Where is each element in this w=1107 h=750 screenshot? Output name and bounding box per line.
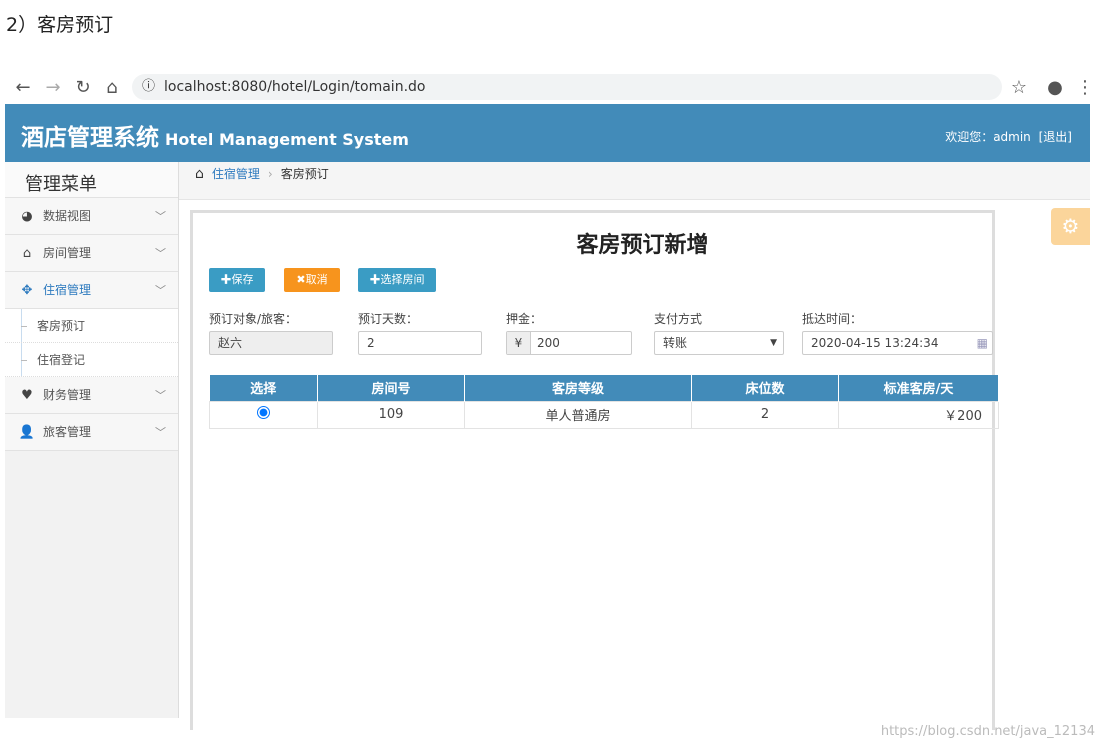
dropdown-arrow-icon: ▼ <box>770 338 777 348</box>
room-radio[interactable] <box>257 406 270 419</box>
room-table: 选择 房间号 客房等级 床位数 标准客房/天 109 单人普通房 2 ￥200 <box>209 375 999 429</box>
currency-prefix: ¥ <box>507 332 531 354</box>
sidebar-item-rooms[interactable]: ⌂ 房间管理 ﹀ <box>5 235 178 272</box>
app-logo: 酒店管理系统 Hotel Management System <box>21 118 409 152</box>
url-text: localhost:8080/hotel/Login/tomain.do <box>164 79 426 95</box>
label: 数据视图 <box>43 209 92 223</box>
title-en: Hotel Management System <box>165 130 409 149</box>
arrival-value: 2020-04-15 13:24:34 <box>811 336 939 350</box>
forward-icon[interactable]: → <box>42 77 64 98</box>
guest-field: 赵六 <box>209 331 333 355</box>
col-select: 选择 <box>209 375 318 401</box>
chevron-down-icon: ﹀ <box>155 210 166 223</box>
col-beds: 床位数 <box>691 375 839 401</box>
chevron-down-icon: ﹀ <box>155 389 166 402</box>
panel-title: 客房预订新增 <box>576 233 709 258</box>
star-icon[interactable]: ☆ <box>1008 77 1030 98</box>
label: 财务管理 <box>43 388 92 402</box>
table-header: 选择 房间号 客房等级 床位数 标准客房/天 <box>209 375 999 401</box>
col-price: 标准客房/天 <box>838 375 999 401</box>
sidebar-subitem-checkin[interactable]: 住宿登记 <box>5 343 178 377</box>
browser-toolbar: ← → ↻ ⌂ ⓘ localhost:8080/hotel/Login/toma… <box>0 72 1100 102</box>
home-icon[interactable]: ⌂ <box>195 166 204 182</box>
days-input[interactable]: 2 <box>358 331 482 355</box>
sidebar-item-lodging[interactable]: ✥ 住宿管理 ﹀ <box>5 272 178 309</box>
arrival-input[interactable]: 2020-04-15 13:24:34 ▦ <box>802 331 993 355</box>
arrival-label: 抵达时间： <box>802 312 863 326</box>
address-bar[interactable]: ⓘ localhost:8080/hotel/Login/tomain.do <box>132 74 1002 100</box>
watermark: https://blog.csdn.net/java_12134 <box>880 724 1095 739</box>
arrows-icon: ✥ <box>21 283 33 298</box>
reload-icon[interactable]: ↻ <box>72 77 94 98</box>
label: 房间管理 <box>43 246 92 260</box>
days-label: 预订天数： <box>358 312 419 326</box>
col-grade: 客房等级 <box>464 375 692 401</box>
home-icon: ⌂ <box>22 246 32 261</box>
chevron-down-icon: ﹀ <box>155 426 166 439</box>
page-caption: 2）客房预订 <box>6 14 114 36</box>
label: 住宿管理 <box>43 283 92 297</box>
info-icon: ⓘ <box>142 79 156 94</box>
select-room-button[interactable]: ✚选择房间 <box>358 268 436 292</box>
col-room: 房间号 <box>317 375 465 401</box>
title-cn: 酒店管理系统 <box>21 125 159 151</box>
sidebar-subitem-booking[interactable]: 客房预订 <box>5 309 178 343</box>
app-header: 酒店管理系统 Hotel Management System 欢迎您：admin … <box>5 104 1090 162</box>
heart-icon: ♥ <box>21 388 33 403</box>
label: 旅客管理 <box>43 425 92 439</box>
payment-value: 转账 <box>663 336 688 350</box>
sidebar-item-data-view[interactable]: ◕ 数据视图 ﹀ <box>5 198 178 235</box>
sidebar: 管理菜单 ◕ 数据视图 ﹀ ⌂ 房间管理 ﹀ ✥ 住宿管理 ﹀ 客房预订 住宿登记 ♥ 财务管… <box>5 162 179 718</box>
logout-link[interactable]: [退出] <box>1039 130 1072 144</box>
user-icon: 👤 <box>18 425 36 440</box>
account-icon[interactable]: ● <box>1044 77 1066 98</box>
calendar-icon[interactable]: ▦ <box>977 332 988 354</box>
cancel-button[interactable]: ✖取消 <box>284 268 340 292</box>
deposit-value: 200 <box>537 336 560 350</box>
payment-label: 支付方式 <box>654 312 703 326</box>
booking-panel: 客房预订新增 ✚保存 ✖取消 ✚选择房间 预订对象/旅客： 赵六 预订天数： 2… <box>190 210 999 730</box>
welcome-text: 欢迎您：admin <box>945 130 1031 144</box>
room-cell: 109 <box>317 400 465 429</box>
table-row[interactable]: 109 单人普通房 2 ￥200 <box>209 400 999 429</box>
beds-cell: 2 <box>691 400 839 429</box>
sidebar-item-guests[interactable]: 👤 旅客管理 ﹀ <box>5 414 178 451</box>
breadcrumb-parent[interactable]: 住宿管理 <box>212 167 260 181</box>
select-cell <box>209 400 318 429</box>
dashboard-icon: ◕ <box>21 209 33 224</box>
grade-cell: 单人普通房 <box>464 400 692 429</box>
save-button[interactable]: ✚保存 <box>209 268 265 292</box>
settings-gear-icon[interactable]: ⚙ <box>1051 208 1090 245</box>
deposit-label: 押金： <box>506 312 543 326</box>
breadcrumb-current: 客房预订 <box>280 167 329 181</box>
breadcrumb: ⌂ 住宿管理 › 客房预订 <box>179 162 1090 200</box>
welcome-area: 欢迎您：admin [退出] <box>945 128 1072 145</box>
deposit-input[interactable]: ¥200 <box>506 331 632 355</box>
menu-icon[interactable]: ⋮ <box>1074 77 1096 98</box>
price-cell: ￥200 <box>838 400 999 429</box>
home-icon[interactable]: ⌂ <box>101 77 123 98</box>
breadcrumb-separator: › <box>267 167 273 181</box>
guest-label: 预订对象/旅客： <box>209 312 298 326</box>
sidebar-item-finance[interactable]: ♥ 财务管理 ﹀ <box>5 377 178 414</box>
back-icon[interactable]: ← <box>12 77 34 98</box>
chevron-down-icon: ﹀ <box>155 284 166 297</box>
menu-title: 管理菜单 <box>5 162 178 198</box>
payment-select[interactable]: 转账 ▼ <box>654 331 784 355</box>
chevron-down-icon: ﹀ <box>155 247 166 260</box>
